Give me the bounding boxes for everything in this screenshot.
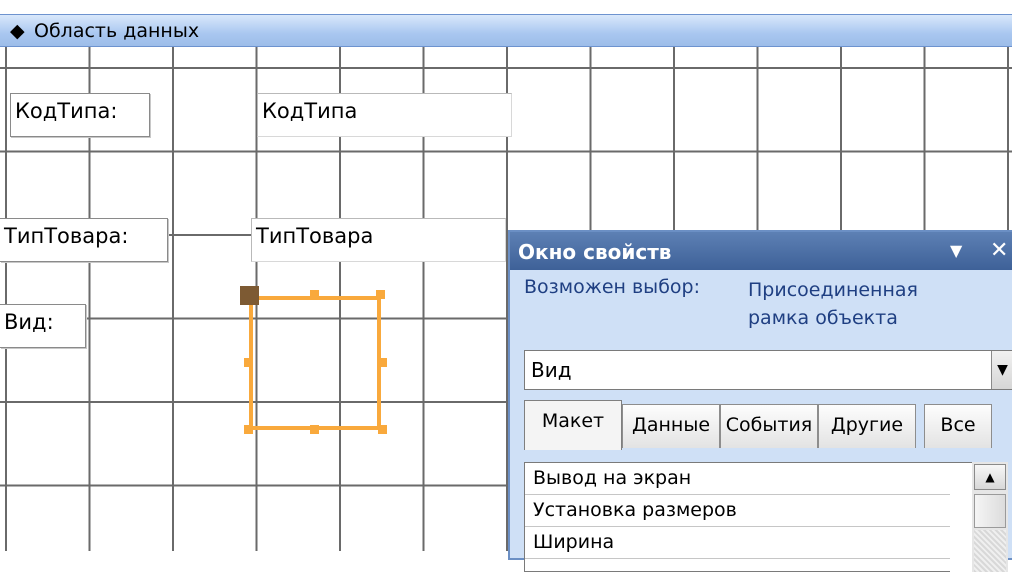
properties-window[interactable]: Окно свойств ▼ ✕ Возможен выбор: Присоед… [508,230,1012,572]
section-title: Область данных [34,20,200,42]
tip-tovara-textbox[interactable]: ТипТовара [251,218,506,262]
property-value-column[interactable] [950,462,972,572]
resize-handle-bottom[interactable] [310,425,319,434]
bound-object-frame[interactable] [249,296,381,430]
tip-tovara-label[interactable]: ТипТовара: [0,218,168,262]
selection-type-value: Присоединенная рамка объекта [748,279,918,329]
section-header-data-area[interactable]: ◆ Область данных [0,14,1012,47]
object-selector-value: Вид [531,358,572,382]
property-row[interactable]: Вывод на экран [525,463,963,495]
properties-title: Окно свойств [518,240,672,264]
move-handle[interactable] [240,286,259,305]
resize-handle-bottom-right[interactable] [378,425,387,434]
resize-handle-right[interactable] [378,358,387,367]
resize-handle-top[interactable] [310,290,319,299]
selection-type-caption: Возможен выбор: [524,276,700,298]
properties-titlebar[interactable]: Окно свойств ▼ ✕ [510,232,1012,270]
scroll-thumb[interactable] [974,494,1006,528]
object-selector-combo[interactable]: Вид ▼ [524,350,1012,390]
kod-tipa-label[interactable]: КодТипа: [10,93,150,137]
tab-layout[interactable]: Макет [524,400,622,450]
vid-label[interactable]: Вид: [0,304,86,348]
tab-all[interactable]: Все [924,404,992,448]
scroll-up-icon[interactable]: ▲ [974,464,1006,490]
close-icon[interactable]: ✕ [990,238,1008,263]
resize-handle-top-right[interactable] [376,290,385,299]
section-marker-icon: ◆ [10,20,25,42]
property-scrollbar[interactable]: ▲ [972,462,1008,572]
window-menu-icon[interactable]: ▼ [950,241,962,260]
resize-handle-left[interactable] [244,358,253,367]
chevron-down-icon[interactable]: ▼ [991,351,1012,389]
kod-tipa-textbox[interactable]: КодТипа [257,93,512,137]
clipped-caption [0,0,1012,14]
resize-handle-bottom-left[interactable] [244,425,253,434]
scroll-track[interactable] [974,530,1006,572]
tab-events[interactable]: События [720,404,818,448]
property-row[interactable]: Установка размеров [525,495,963,527]
tab-data[interactable]: Данные [622,404,720,448]
property-row[interactable]: Ширина [525,527,963,559]
property-list: Вывод на экран Установка размеров Ширина [524,462,964,572]
tab-other[interactable]: Другие [818,404,916,448]
